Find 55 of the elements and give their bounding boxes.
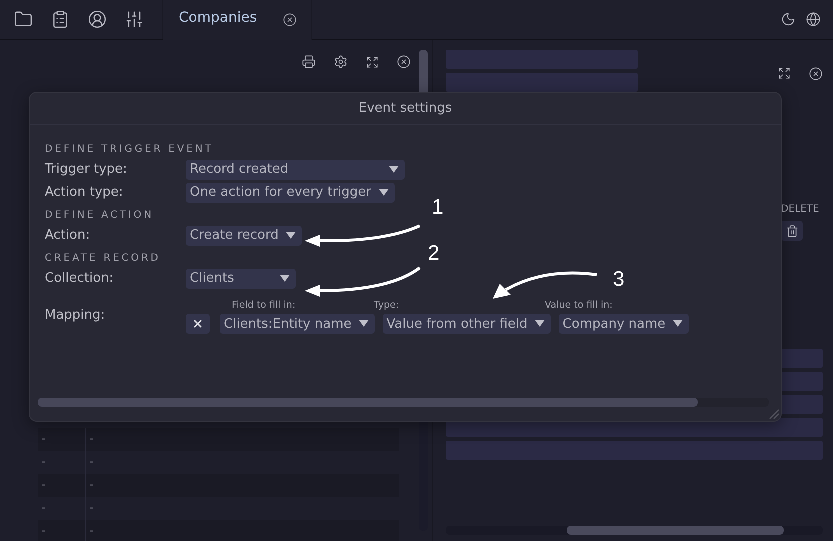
clipboard-icon[interactable] [51,10,70,29]
dropdown[interactable]: Value from other field [382,314,551,334]
table-cell-text: - [89,456,95,470]
dropdown[interactable]: Clients [186,268,296,288]
settings-icon[interactable] [334,55,348,69]
table-cell-text: - [89,433,95,447]
section-heading: CREATE RECORD [45,253,162,264]
trash-icon [786,224,798,238]
close-icon[interactable] [397,55,411,69]
table-cell-text: - [89,502,95,516]
annotation-number: 2 [428,242,440,266]
scrollbar[interactable] [446,526,823,535]
caret-icon [672,320,683,328]
caret-icon [358,320,369,328]
dialog-title: Event settings [358,101,452,116]
caret-icon [378,188,389,196]
folder-icon[interactable] [14,10,33,29]
annotation-number: 3 [613,268,625,292]
dropdown[interactable]: Record created [186,160,405,180]
print-icon[interactable] [302,55,316,69]
field-label: Collection: [45,271,115,286]
moon-icon[interactable] [781,12,796,27]
dropdown[interactable]: One action for every trigger [186,182,395,202]
sliders-icon[interactable] [125,10,144,29]
section-heading: DEFINE TRIGGER EVENT [45,144,215,155]
column-header: DELETE [781,204,820,215]
column-label: Field to fill in: [231,300,297,310]
scrollbar[interactable] [38,398,769,407]
close-icon[interactable] [283,13,298,27]
delete-button[interactable] [781,221,803,241]
caret-icon [280,274,290,282]
tab[interactable]: Companies [163,0,312,40]
field-label: Action type: [45,185,124,200]
caret-icon [389,166,399,174]
globe-icon[interactable] [806,12,821,27]
caret-icon [286,232,296,240]
caret-icon [534,320,545,328]
dropdown[interactable]: Create record [186,226,302,246]
field-label: Action: [45,228,92,243]
field-label: Mapping: [45,307,106,323]
table-cell: - [38,520,86,541]
section-heading: DEFINE ACTION [45,210,155,221]
table-cell-text: - [89,525,95,539]
resize-handle[interactable] [769,409,779,419]
table-cell-text: - [89,479,95,493]
field-label: Trigger type: [45,162,128,177]
annotation-number: 1 [432,196,444,220]
user-icon[interactable] [88,10,107,29]
column-label: Value to fill in: [545,300,614,310]
expand-icon[interactable] [366,55,379,69]
close-icon [192,318,204,330]
remove-button[interactable] [186,314,210,334]
column-label: Type: [374,300,400,310]
dropdown[interactable]: Company name [558,314,689,334]
dropdown[interactable]: Clients:Entity name [220,314,375,334]
